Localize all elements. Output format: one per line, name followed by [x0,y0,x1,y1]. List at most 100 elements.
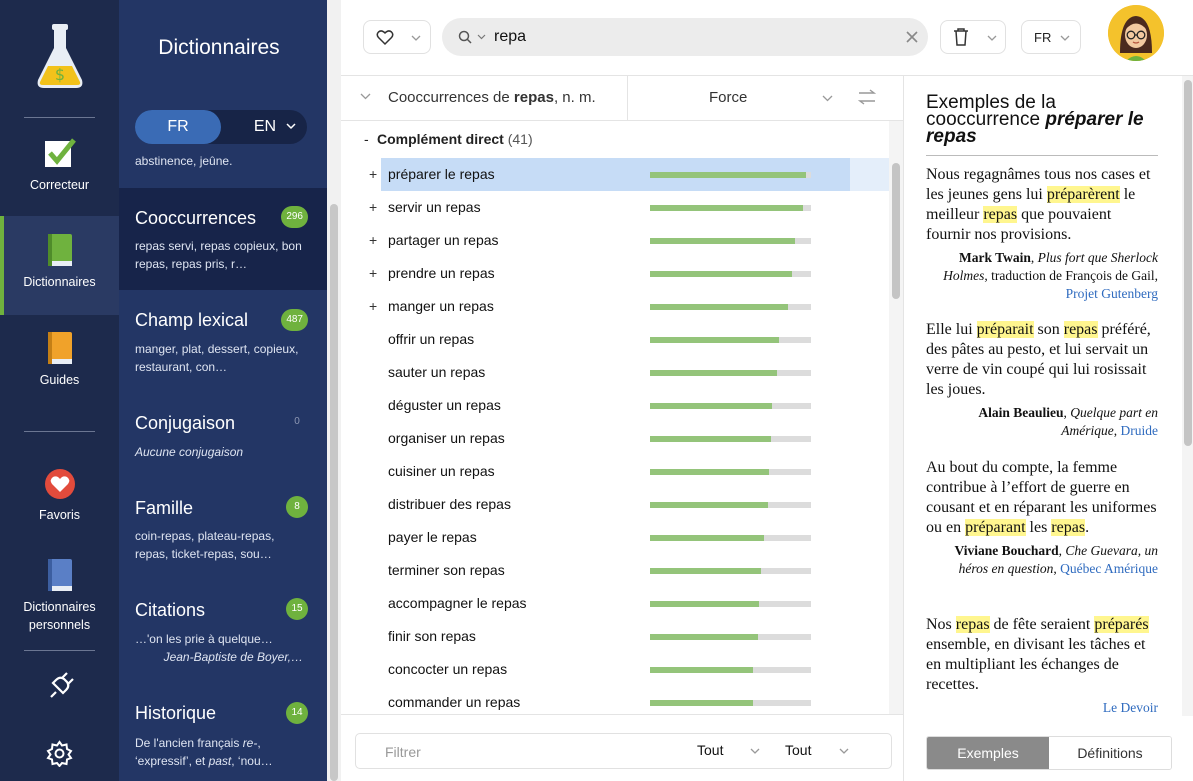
sections-scrollbar[interactable] [327,0,341,781]
tab-exemples[interactable]: Exemples [927,737,1049,769]
chevron-down-icon[interactable] [822,95,833,102]
chevron-down-icon[interactable] [286,122,296,130]
example-quote: Au bout du compte, la femme contribue à … [926,458,1158,578]
section-famille[interactable]: Famille 8 coin-repas, plateau-repas, rep… [119,478,327,580]
flask-logo-icon[interactable]: $ [34,22,86,92]
collapse-toggle[interactable]: - [364,131,369,147]
section-citations[interactable]: Citations 15 …'on les prie à quelque… Je… [119,580,327,684]
examples-scrollbar[interactable] [1182,76,1193,716]
chevron-down-icon[interactable] [839,748,849,755]
top-toolbar: repa FR [341,0,1193,76]
checkbox-icon [44,138,76,167]
strength-bar-fill [650,271,792,277]
source-author: Mark Twain [959,250,1031,265]
chevron-down-icon[interactable] [750,748,760,755]
user-avatar[interactable] [1108,5,1164,61]
section-desc: …'on les prie à quelque… [135,632,273,646]
example-source: Viviane Bouchard, Che Guevara, un héros … [954,543,1159,576]
filter-select-strength[interactable]: Tout [785,742,811,758]
rail-item-dictionnaires[interactable]: Dictionnaires [0,216,119,315]
scrollbar-thumb[interactable] [892,163,900,299]
gear-icon[interactable] [46,740,73,767]
list-column-header: Cooccurrences de repas, n. m. Force [341,76,903,121]
expand-toggle[interactable]: + [369,298,377,314]
expand-toggle[interactable]: + [369,199,377,215]
list-item[interactable]: terminer son repas [341,554,889,587]
rail-label: Correcteur [29,178,90,192]
swap-icon[interactable] [858,89,876,105]
plug-icon[interactable] [45,671,75,701]
list-item[interactable]: cuisiner un repas [341,455,889,488]
rail-divider [24,431,95,432]
list-item[interactable]: offrir un repas [341,323,889,356]
clear-icon[interactable] [906,31,918,43]
list-item[interactable]: finir son repas [341,620,889,653]
chevron-down-icon[interactable] [411,35,421,42]
cooccurrence-term: sauter un repas [388,364,486,380]
source-publisher-link[interactable]: Québec Amérique [1060,561,1158,576]
list-item[interactable]: commander un repas [341,686,889,714]
text-fragment: Elle lui [926,321,977,338]
section-desc: manger, plat, dessert, copieux, restaura… [135,342,299,374]
nav-rail: $ Correcteur Dictionnaires Guides Favori… [0,0,119,781]
search-field[interactable]: repa [442,18,928,56]
section-conjugaison[interactable]: Conjugaison 0 Aucune conjugaison [119,394,327,478]
source-publisher-link[interactable]: Le Devoir [1103,700,1158,715]
chevron-down-icon[interactable] [987,35,997,42]
history-trash-button[interactable] [940,20,1006,54]
filter-input[interactable]: Filtrer [385,744,421,760]
text-fragment: . [1085,519,1090,536]
section-cooccurrences[interactable]: Cooccurrences 296 repas servi, repas cop… [119,188,327,290]
interface-language-select[interactable]: FR [1021,20,1081,54]
list-item[interactable]: déguster un repas [341,389,889,422]
orange-book-icon [47,332,72,364]
dictionary-language-toggle[interactable]: FR EN [135,110,307,144]
column-title-force[interactable]: Force [709,89,747,106]
strength-bar [650,700,811,706]
list-item[interactable]: payer le repas [341,521,889,554]
list-item[interactable]: + prendre un repas [341,257,889,290]
search-input[interactable]: repa [494,18,526,56]
rail-item-favoris[interactable]: Favoris [0,452,119,538]
section-name: Citations [135,600,206,620]
rail-item-correcteur[interactable]: Correcteur [0,128,119,214]
source-publisher-link[interactable]: Druide [1121,423,1159,438]
expand-toggle[interactable]: + [369,265,377,281]
column-title-cooccurrences: Cooccurrences de repas, n. m. [388,89,596,106]
heart-icon [44,469,75,499]
chevron-down-icon[interactable] [360,93,371,100]
filter-select-category[interactable]: Tout [697,742,723,758]
rail-label: personnels [28,618,91,632]
rail-item-dictionnaires-personnels[interactable]: Dictionnaires personnels [0,548,119,644]
strength-bar-fill [650,634,758,640]
expand-toggle[interactable]: + [369,166,377,182]
list-item[interactable]: + préparer le repas [341,158,889,191]
source-extra: , traduction de François de Gail, [984,268,1158,283]
list-item[interactable]: + partager un repas [341,224,889,257]
scrollbar-thumb[interactable] [330,204,338,781]
source-publisher-link[interactable]: Projet Gutenberg [1066,286,1158,301]
list-item[interactable]: concocter un repas [341,653,889,686]
strength-bar [650,667,811,673]
section-champ-lexical[interactable]: Champ lexical 487 manger, plat, dessert,… [119,290,327,394]
panel-title: Dictionnaires [158,36,280,59]
chevron-down-icon[interactable] [477,34,486,40]
list-item[interactable]: sauter un repas [341,356,889,389]
tab-definitions[interactable]: Définitions [1049,737,1171,769]
strength-bar-fill [650,370,778,376]
list-item[interactable]: + servir un repas [341,191,889,224]
list-scrollbar[interactable] [889,121,903,714]
list-item[interactable]: organiser un repas [341,422,889,455]
list-item[interactable]: + manger un repas [341,290,889,323]
green-book-icon [47,234,72,266]
rail-label: Dictionnaires [23,600,96,614]
list-item[interactable]: accompagner le repas [341,587,889,620]
scrollbar-thumb[interactable] [1184,80,1192,446]
rail-label: Guides [39,373,80,387]
rail-item-guides[interactable]: Guides [0,317,119,403]
list-item[interactable]: distribuer des repas [341,488,889,521]
section-historique[interactable]: Historique 14 De l'ancien français re-, … [119,684,327,781]
favorite-button[interactable] [363,20,431,54]
lang-fr-button[interactable]: FR [135,110,221,144]
expand-toggle[interactable]: + [369,232,377,248]
